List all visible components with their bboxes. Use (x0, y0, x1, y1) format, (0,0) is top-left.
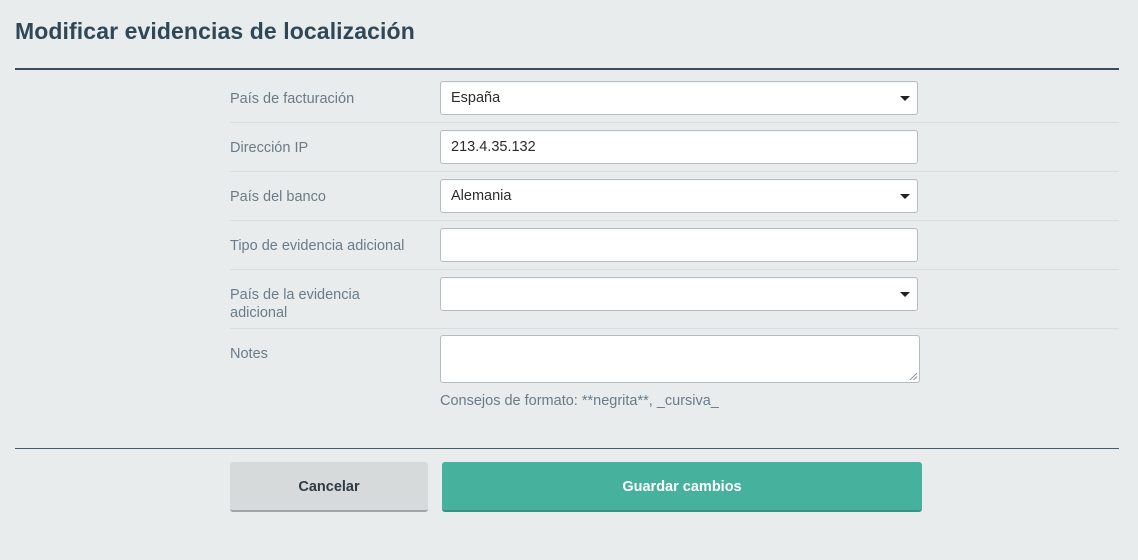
extra-evidence-country-select[interactable] (440, 277, 918, 311)
row-divider (230, 269, 1119, 270)
billing-country-select[interactable]: España (440, 81, 918, 115)
chevron-down-icon (900, 194, 910, 199)
chevron-down-icon (900, 96, 910, 101)
notes-label: Notes (230, 346, 268, 362)
page-title: Modificar evidencias de localización (15, 18, 415, 44)
extra-evidence-type-label: Tipo de evidencia adicional (230, 238, 405, 254)
header-divider (15, 68, 1119, 70)
row-divider (230, 328, 1119, 329)
format-hint: Consejos de formato: **negrita**, _cursi… (440, 393, 719, 409)
footer-divider (15, 448, 1119, 449)
save-button[interactable]: Guardar cambios (442, 462, 922, 512)
extra-evidence-type-input[interactable] (451, 230, 907, 260)
row-divider (230, 122, 1119, 123)
ip-address-field-wrapper (440, 130, 918, 164)
ip-address-label: Dirección IP (230, 140, 309, 156)
row-divider (230, 220, 1119, 221)
resize-grip-icon[interactable] (909, 372, 917, 380)
extra-evidence-type-field-wrapper (440, 228, 918, 262)
notes-textarea[interactable] (440, 335, 920, 383)
billing-country-label: País de facturación (230, 91, 355, 107)
bank-country-select[interactable]: Alemania (440, 179, 918, 213)
ip-address-input[interactable] (451, 132, 907, 162)
extra-evidence-country-label: País de la evidencia adicional (230, 287, 360, 321)
chevron-down-icon (900, 292, 910, 297)
billing-country-value: España (451, 90, 501, 106)
row-divider (230, 171, 1119, 172)
bank-country-value: Alemania (451, 188, 512, 204)
bank-country-label: País del banco (230, 189, 326, 205)
cancel-button[interactable]: Cancelar (230, 462, 428, 512)
